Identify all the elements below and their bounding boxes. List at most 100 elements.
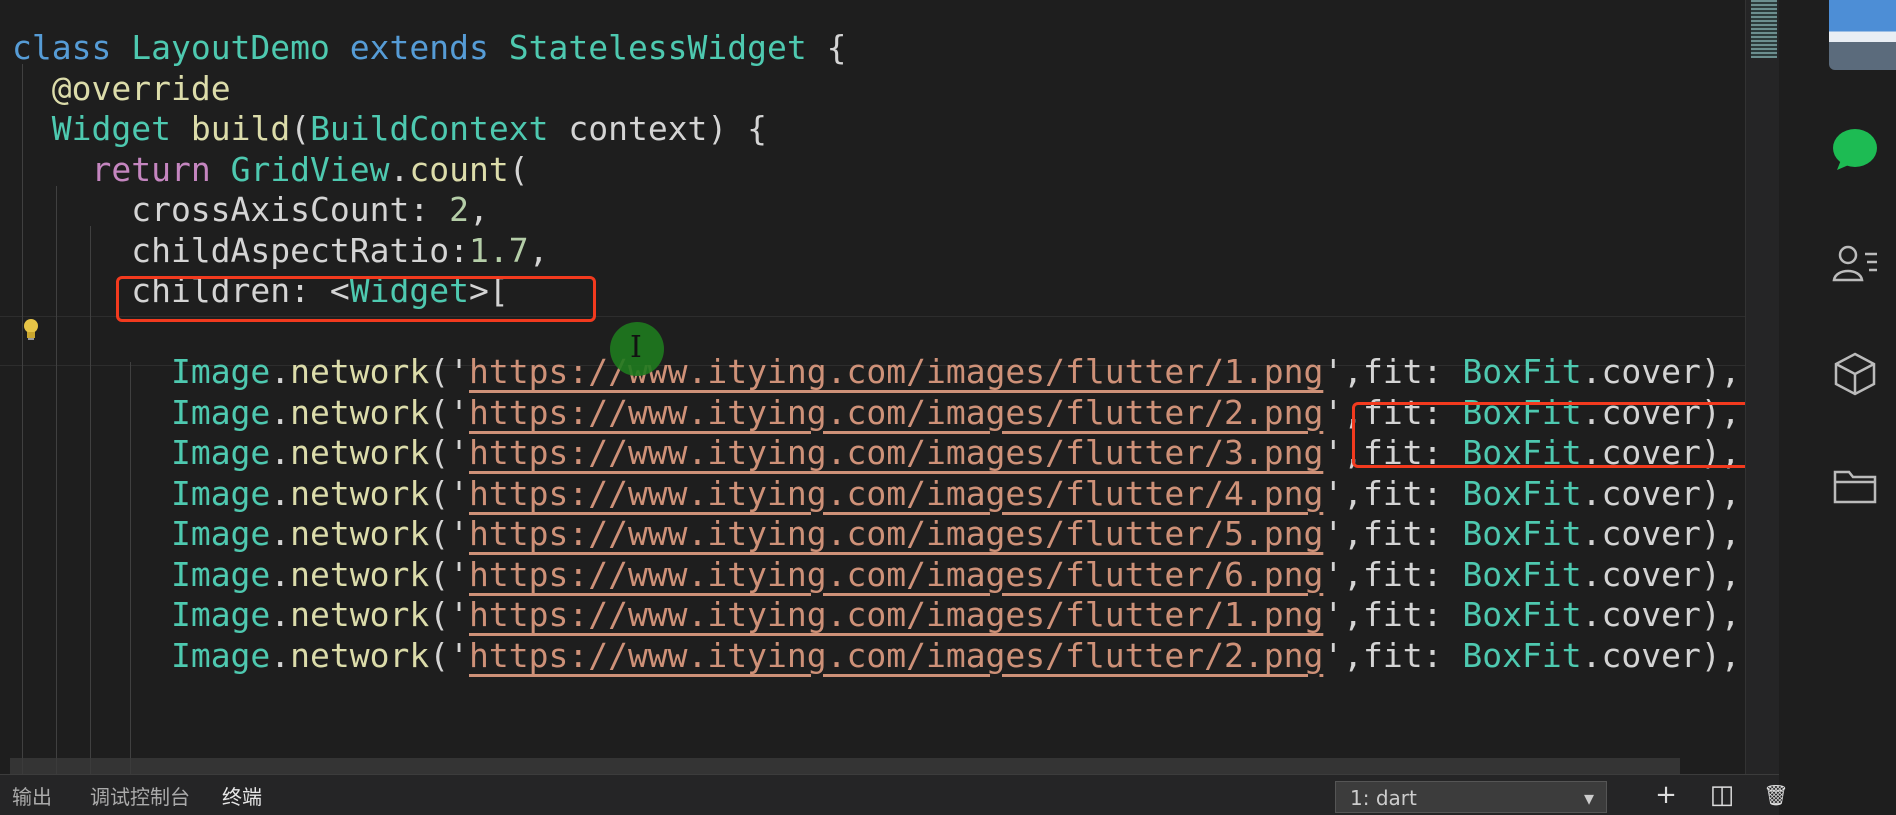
code-token: network [290,514,430,553]
code-token: crossAxisCount: [12,190,450,229]
code-token: StatelessWidget [508,28,807,67]
code-token: https://www.itying.com/images/flutter/1.… [469,595,1324,634]
lightbulb-icon[interactable] [20,316,42,342]
code-token: ',fit: [1323,352,1463,391]
code-token: (' [429,554,469,594]
code-token: childAspectRatio: [12,230,469,270]
code-token: .cover), [1581,514,1741,553]
tab-output[interactable]: 输出 [12,785,52,809]
terminal-select[interactable]: 1: dart ▾ [1335,781,1607,813]
text-cursor-icon: I [610,322,664,376]
code-token: 1.7 [468,230,529,270]
code-token: @override [51,68,231,108]
code-token: Image [170,554,271,594]
code-token: (' [429,433,469,472]
highlight-box-boxfit [1352,402,1745,468]
code-token: extends [349,28,489,67]
minimap-slider[interactable] [1751,0,1777,58]
code-token: https://www.itying.com/images/flutter/5.… [469,514,1324,553]
code-token: . [270,392,291,432]
right-sidebar [1779,0,1896,814]
code-token: Widget [51,109,171,148]
code-token: ( [508,149,529,189]
code-token: .cover), [1581,635,1741,675]
code-token: network [290,554,430,594]
code-token: (' [429,473,469,513]
highlight-box-aspect-ratio [116,276,596,322]
terminal-select-value: 1: dart [1350,786,1417,810]
code-token: count [409,149,509,189]
contacts-icon[interactable] [1831,240,1879,288]
code-token: BoxFit [1462,554,1582,594]
minimap[interactable] [1745,0,1780,774]
code-token: . [270,635,291,675]
code-token: BoxFit [1462,473,1582,513]
code-token: BuildContext [310,109,549,148]
code-token: BoxFit [1462,352,1582,391]
cube-icon[interactable] [1831,350,1879,398]
code-token: . [270,433,291,472]
code-token: { [806,28,847,67]
code-token: network [290,635,430,675]
code-token: Image [170,473,271,513]
code-token: . [389,149,410,189]
code-token: Image [170,433,271,472]
code-token: Image [170,514,271,553]
code-token: return [91,149,211,189]
code-token: 2 [449,190,469,229]
add-terminal-button[interactable]: + [1652,781,1680,809]
code-token: network [290,392,430,432]
code-token: .cover), [1581,595,1741,634]
code-token: (' [429,514,469,553]
code-token: Image [170,352,271,391]
code-token: class [12,28,112,67]
code-token: BoxFit [1462,595,1582,634]
chevron-down-icon: ▾ [1583,786,1594,810]
code-token: , [468,190,489,229]
code-token: .cover), [1581,554,1741,594]
code-token: . [270,352,291,391]
code-token: . [270,595,291,634]
code-token: BoxFit [1462,635,1582,675]
code-token: ( [290,109,311,148]
code-token: ',fit: [1323,514,1463,553]
code-token: https://www.itying.com/images/flutter/2.… [469,635,1324,675]
horizontal-scrollbar[interactable] [10,758,1680,774]
code-token: https://www.itying.com/images/flutter/4.… [469,473,1324,513]
code-token: network [290,595,430,634]
code-token: Image [170,392,271,432]
code-token: https://www.itying.com/images/flutter/2.… [469,392,1324,432]
trash-icon[interactable]: 🗑 [1762,781,1790,809]
code-token: network [290,473,430,513]
code-token: (' [429,635,469,675]
tab-terminal[interactable]: 终端 [222,785,262,809]
folder-icon[interactable] [1831,462,1879,510]
code-token: . [270,554,291,594]
code-token: network [290,352,430,391]
code-token: (' [429,595,469,634]
code-token: Image [170,595,271,634]
chat-bubble-icon[interactable] [1831,126,1879,174]
video-thumbnail [1829,0,1896,70]
code-token: network [290,433,430,472]
code-token: ',fit: [1323,635,1463,675]
code-token: LayoutDemo [131,28,330,67]
code-line[interactable]: Image.network('https://www.itying.com/im… [12,632,1741,680]
tab-debug-console[interactable]: 调试控制台 [90,785,190,809]
split-terminal-button[interactable]: ◫ [1708,781,1736,809]
code-editor[interactable]: class LayoutDemo extends StatelessWidget… [0,0,1745,774]
code-token: https://www.itying.com/images/flutter/6.… [469,554,1324,594]
